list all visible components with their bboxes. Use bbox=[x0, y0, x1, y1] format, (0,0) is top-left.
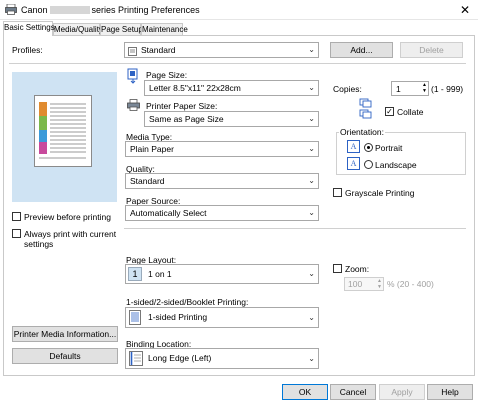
chevron-down-icon: ⌄ bbox=[308, 313, 315, 322]
close-icon[interactable]: ✕ bbox=[456, 2, 474, 18]
binding-location-selected-value: Long Edge (Left) bbox=[148, 353, 212, 363]
redacted-model-name bbox=[49, 6, 90, 14]
profiles-select[interactable]: Standard ⌄ bbox=[124, 42, 319, 58]
help-button[interactable]: Help bbox=[427, 384, 473, 400]
always-print-current-label: Always print with current settings bbox=[24, 229, 117, 249]
title-bar: Canon series Printing Preferences ✕ bbox=[0, 0, 478, 20]
binding-location-select[interactable]: Long Edge (Left) ⌄ bbox=[125, 348, 319, 369]
preview-before-printing-label: Preview before printing bbox=[24, 212, 111, 222]
spin-down-icon[interactable]: ▼ bbox=[376, 284, 383, 290]
zoom-checkbox[interactable] bbox=[333, 264, 342, 273]
chevron-down-icon: ⌄ bbox=[308, 269, 315, 278]
printer-media-information-button[interactable]: Printer Media Information... bbox=[12, 326, 118, 342]
grayscale-printing-label: Grayscale Printing bbox=[345, 188, 415, 198]
profiles-selected-value: Standard bbox=[141, 45, 176, 55]
page-layout-icon: 1 bbox=[128, 267, 142, 281]
page-size-label: Page Size: bbox=[146, 70, 188, 80]
chevron-down-icon: ⌄ bbox=[308, 144, 315, 153]
copies-input[interactable]: 1 ▲ ▼ bbox=[391, 81, 429, 96]
duplex-select[interactable]: 1-sided Printing ⌄ bbox=[125, 307, 319, 328]
page-size-icon bbox=[127, 68, 139, 84]
printer-paper-size-selected-value: Same as Page Size bbox=[149, 114, 224, 124]
ok-button[interactable]: OK bbox=[282, 384, 328, 400]
window-title: Canon series Printing Preferences bbox=[21, 5, 200, 15]
cancel-button[interactable]: Cancel bbox=[330, 384, 376, 400]
printer-paper-size-label: Printer Paper Size: bbox=[146, 101, 218, 111]
page-layout-selected-value: 1 on 1 bbox=[148, 269, 172, 279]
always-print-current-checkbox[interactable] bbox=[12, 229, 21, 238]
quality-select[interactable]: Standard ⌄ bbox=[125, 173, 319, 189]
preview-page bbox=[34, 95, 92, 167]
zoom-input[interactable]: 100 ▲ ▼ bbox=[344, 277, 384, 291]
separator bbox=[9, 63, 466, 64]
landscape-label: Landscape bbox=[375, 160, 417, 170]
delete-profile-button[interactable]: Delete bbox=[400, 42, 463, 58]
one-sided-icon bbox=[129, 310, 141, 325]
tab-bar: Basic Settings Media/Quality Page Setup … bbox=[0, 21, 478, 36]
spin-down-icon[interactable]: ▼ bbox=[421, 88, 428, 94]
zoom-label: Zoom: bbox=[345, 264, 370, 274]
copies-range: (1 - 999) bbox=[431, 84, 464, 94]
quality-selected-value: Standard bbox=[130, 176, 165, 186]
page-layout-select[interactable]: 1 1 on 1 ⌄ bbox=[125, 264, 319, 284]
copies-value: 1 bbox=[396, 84, 401, 94]
duplex-label: 1-sided/2-sided/Booklet Printing: bbox=[126, 297, 249, 307]
media-type-selected-value: Plain Paper bbox=[130, 144, 174, 154]
chevron-down-icon: ⌄ bbox=[308, 45, 315, 54]
zoom-value: 100 bbox=[348, 279, 363, 289]
portrait-icon: A bbox=[347, 140, 360, 153]
collate-label: Collate bbox=[397, 107, 424, 117]
copies-label: Copies: bbox=[333, 84, 362, 94]
separator bbox=[124, 228, 466, 229]
portrait-label: Portrait bbox=[375, 143, 403, 153]
page-size-selected-value: Letter 8.5"x11" 22x28cm bbox=[149, 83, 241, 93]
collate-checkbox[interactable]: ✓ bbox=[385, 107, 394, 116]
paper-source-select[interactable]: Automatically Select ⌄ bbox=[125, 205, 319, 221]
chevron-down-icon: ⌄ bbox=[308, 354, 315, 363]
page-size-select[interactable]: Letter 8.5"x11" 22x28cm ⌄ bbox=[144, 80, 319, 96]
zoom-range: % (20 - 400) bbox=[387, 279, 434, 289]
preview-before-printing-checkbox[interactable] bbox=[12, 212, 21, 221]
chevron-down-icon: ⌄ bbox=[308, 176, 315, 185]
orientation-label: Orientation: bbox=[339, 127, 385, 137]
profiles-label: Profiles: bbox=[12, 45, 43, 55]
printer-paper-size-select[interactable]: Same as Page Size ⌄ bbox=[144, 111, 319, 127]
preview-content-image bbox=[39, 102, 86, 159]
window-title-suffix: series Printing Preferences bbox=[91, 5, 200, 15]
collate-icon bbox=[359, 98, 373, 122]
media-type-select[interactable]: Plain Paper ⌄ bbox=[125, 141, 319, 157]
grayscale-printing-checkbox[interactable] bbox=[333, 188, 342, 197]
printer-paper-icon bbox=[127, 99, 140, 111]
chevron-down-icon: ⌄ bbox=[308, 83, 315, 92]
tab-basic-settings[interactable]: Basic Settings bbox=[3, 21, 55, 36]
window-title-prefix: Canon bbox=[21, 5, 48, 15]
paper-source-selected-value: Automatically Select bbox=[130, 208, 207, 218]
defaults-button[interactable]: Defaults bbox=[12, 348, 118, 364]
add-profile-button[interactable]: Add... bbox=[330, 42, 393, 58]
page-preview bbox=[12, 72, 117, 202]
duplex-selected-value: 1-sided Printing bbox=[148, 312, 208, 322]
apply-button[interactable]: Apply bbox=[379, 384, 425, 400]
chevron-down-icon: ⌄ bbox=[308, 208, 315, 217]
chevron-down-icon: ⌄ bbox=[308, 114, 315, 123]
printer-app-icon bbox=[5, 3, 17, 15]
landscape-radio[interactable] bbox=[364, 160, 373, 169]
landscape-icon: A bbox=[347, 157, 360, 170]
binding-long-edge-icon bbox=[129, 351, 143, 366]
profile-icon bbox=[128, 46, 137, 56]
portrait-radio[interactable] bbox=[364, 143, 373, 152]
